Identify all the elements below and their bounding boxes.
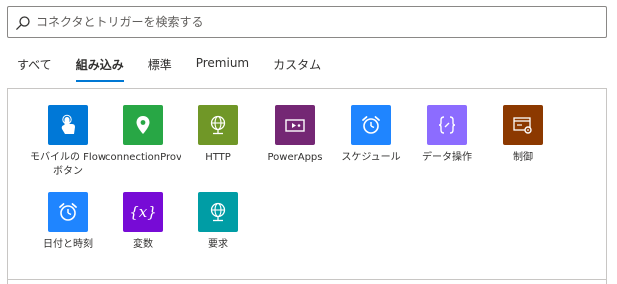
- connector-grid: モバイルの Flow ボタン connectionProv HTTP Power…: [7, 88, 607, 284]
- location-pin-icon: [123, 105, 163, 145]
- alarm-clock-icon: [351, 105, 391, 145]
- connector-label: HTTP: [205, 152, 231, 163]
- connector-schedule[interactable]: スケジュール: [333, 105, 409, 165]
- connector-data-operation[interactable]: データ操作: [409, 105, 485, 165]
- data-operation-icon: [427, 105, 467, 145]
- tab-premium[interactable]: Premium: [196, 52, 249, 82]
- search-input[interactable]: [36, 12, 596, 32]
- connector-connection-provider[interactable]: connectionProv: [105, 105, 181, 165]
- connector-mobile-flow-button[interactable]: モバイルの Flow ボタン: [30, 105, 106, 179]
- touch-hand-icon: [48, 105, 88, 145]
- connector-label: 変数: [133, 239, 153, 250]
- connector-http[interactable]: HTTP: [180, 105, 256, 165]
- variable-x-icon: {x}: [123, 192, 163, 232]
- connector-request[interactable]: 要求: [180, 192, 256, 252]
- search-box[interactable]: [7, 6, 607, 38]
- panel-divider: [8, 279, 606, 280]
- connector-label: モバイルの Flow ボタン: [30, 152, 106, 177]
- alarm-clock-icon: [48, 192, 88, 232]
- search-icon: [16, 16, 30, 30]
- connector-date-time[interactable]: 日付と時刻: [30, 192, 106, 252]
- connector-picker: すべて 組み込み 標準 Premium カスタム モバイルの Flow ボタン: [0, 0, 617, 284]
- connector-powerapps[interactable]: PowerApps: [257, 105, 333, 165]
- connector-control[interactable]: 制御: [485, 105, 561, 165]
- connector-label: PowerApps: [267, 152, 323, 163]
- tab-custom[interactable]: カスタム: [273, 52, 321, 82]
- connector-label: 制御: [513, 152, 533, 163]
- connector-label: 要求: [208, 239, 228, 250]
- tab-all[interactable]: すべて: [17, 52, 52, 82]
- svg-text:{x}: {x}: [130, 203, 156, 221]
- tab-standard[interactable]: 標準: [148, 52, 172, 82]
- connector-variables[interactable]: {x} 変数: [105, 192, 181, 252]
- connector-label: connectionProv: [105, 152, 181, 163]
- control-gear-icon: [503, 105, 543, 145]
- connector-label: データ操作: [422, 152, 472, 163]
- powerapps-icon: [275, 105, 315, 145]
- tab-built-in[interactable]: 組み込み: [75, 52, 124, 82]
- globe-icon: [198, 105, 238, 145]
- connector-label: 日付と時刻: [43, 239, 93, 250]
- category-tabs: すべて 組み込み 標準 Premium カスタム: [17, 52, 345, 82]
- request-globe-icon: [198, 192, 238, 232]
- connector-label: スケジュール: [341, 152, 401, 163]
